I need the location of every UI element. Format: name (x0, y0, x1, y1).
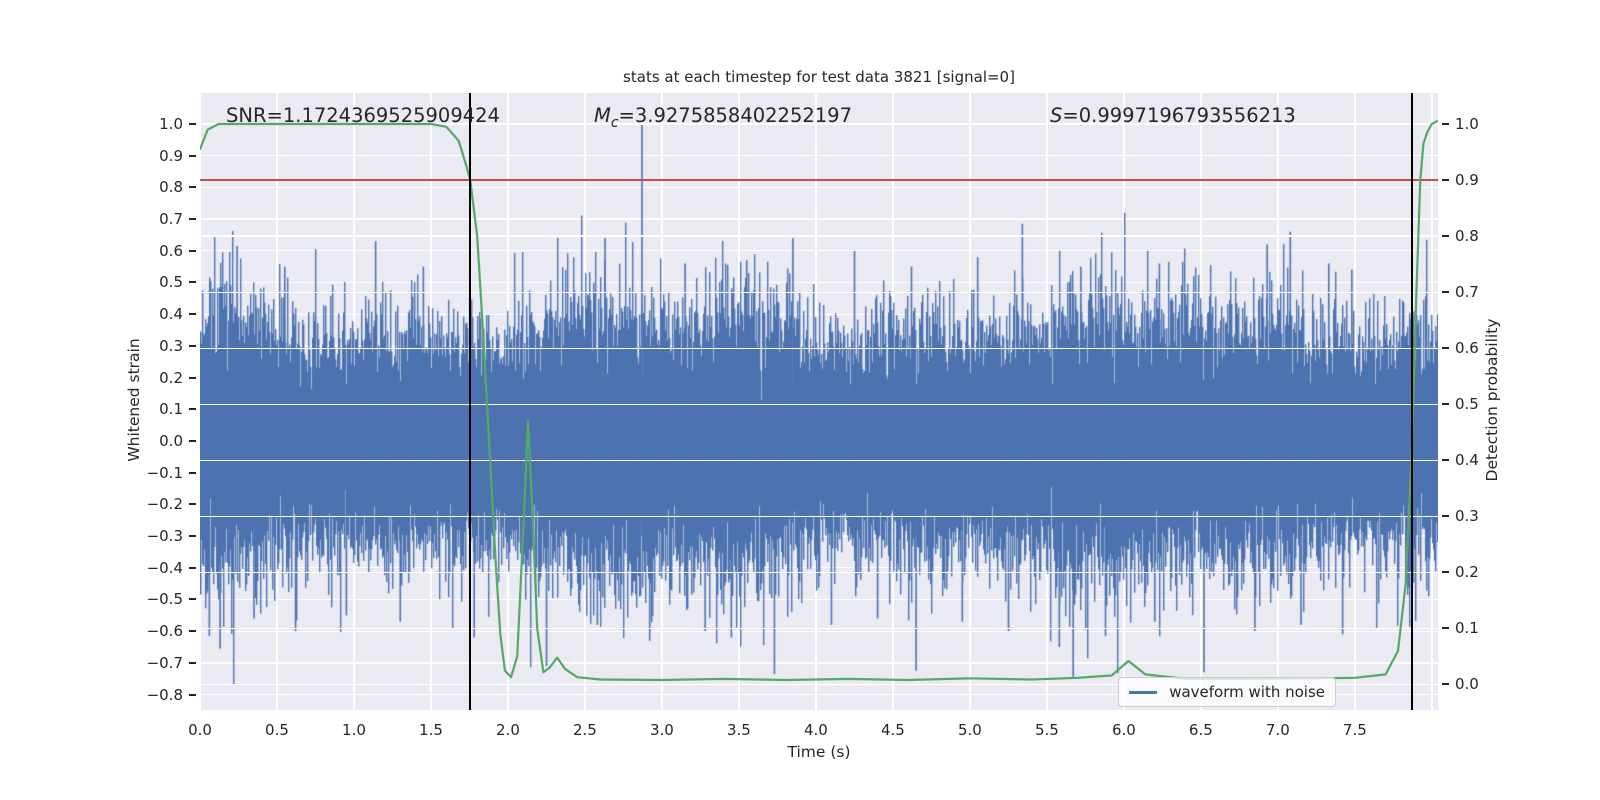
y-left-tick-mark (189, 439, 196, 442)
y-left-tick-mark (189, 661, 196, 664)
y-right-tick-mark (1442, 459, 1449, 462)
y-left-tick-label: −0.4 (146, 558, 183, 577)
y-right-tick-label: 0.4 (1455, 451, 1479, 470)
y-right-tick-label: 0.9 (1455, 171, 1479, 190)
event-marker-line-1 (469, 93, 472, 710)
y-axis-left-label: Whitened strain (125, 338, 143, 462)
x-tick-label: 6.0 (1111, 721, 1136, 739)
detection-probability-curve (200, 120, 1438, 682)
y-left-tick-label: −0.6 (146, 622, 183, 641)
y-left-tick-mark (189, 598, 196, 601)
legend-label: waveform with noise (1169, 683, 1325, 701)
x-tick-label: 7.5 (1342, 721, 1367, 739)
y-left-tick-mark (189, 471, 196, 474)
y-right-tick-label: 1.0 (1455, 114, 1479, 133)
x-tick-label: 3.0 (650, 721, 674, 739)
y-left-tick-mark (189, 313, 196, 316)
x-tick-label: 4.5 (880, 721, 905, 739)
y-right-tick-mark (1442, 179, 1449, 182)
y-axis-right-label: Detection probability (1483, 318, 1501, 482)
y-left-tick-label: −0.2 (146, 495, 183, 514)
y-right-tick-mark (1442, 403, 1449, 406)
y-left-tick-label: 0.9 (159, 146, 183, 165)
y-left-tick-label: 0.5 (159, 273, 183, 292)
y-left-tick-mark (189, 122, 196, 125)
y-left-tick-mark (189, 376, 196, 379)
y-right-tick-mark (1442, 571, 1449, 574)
x-tick-label: 5.0 (957, 721, 982, 739)
y-right-tick-label: 0.3 (1455, 507, 1479, 526)
event-marker-line-2 (1410, 93, 1413, 710)
y-left-tick-mark (189, 344, 196, 347)
annotation-mc-symbol: M (594, 104, 611, 127)
x-tick-label: 1.0 (342, 721, 366, 739)
y-right-tick-mark (1442, 122, 1449, 125)
y-left-tick-mark (189, 218, 196, 221)
y-left-tick-label: −0.8 (146, 685, 183, 704)
y-right-tick-mark (1442, 683, 1449, 686)
x-tick-label: 4.0 (803, 721, 828, 739)
annotation-s-symbol: S (1050, 104, 1063, 127)
legend: waveform with noise (1118, 677, 1336, 707)
legend-waveform-line-sample (1129, 690, 1158, 694)
y-right-tick-label: 0.8 (1455, 227, 1479, 246)
x-tick-label: 6.5 (1188, 721, 1213, 739)
x-tick-label: 3.5 (726, 721, 751, 739)
x-tick-label: 2.5 (573, 721, 597, 739)
y-left-tick-label: 0.8 (159, 178, 183, 197)
y-right-tick-label: 0.1 (1455, 619, 1479, 638)
y-right-tick-mark (1442, 515, 1449, 518)
y-left-tick-label: 0.7 (159, 210, 183, 229)
y-left-tick-label: 1.0 (159, 114, 183, 133)
y-left-tick-label: 0.1 (159, 400, 183, 419)
y-left-tick-mark (189, 630, 196, 633)
annotation-mc-subscript: c (610, 114, 619, 131)
y-left-tick-label: 0.6 (159, 241, 183, 260)
x-tick-label: 0.0 (188, 721, 212, 739)
y-left-tick-mark (189, 566, 196, 569)
y-left-tick-mark (189, 154, 196, 157)
y-right-tick-mark (1442, 235, 1449, 238)
y-left-tick-mark (189, 535, 196, 538)
y-left-tick-label: −0.3 (146, 527, 183, 546)
y-left-tick-mark (189, 408, 196, 411)
x-tick-label: 0.5 (265, 721, 289, 739)
y-left-tick-mark (189, 693, 196, 696)
y-left-tick-label: 0.3 (159, 336, 183, 355)
x-tick-label: 1.5 (419, 721, 443, 739)
y-right-tick-mark (1442, 627, 1449, 630)
y-right-tick-label: 0.7 (1455, 283, 1479, 302)
annotation-mc-value: =3.9275858402252197 (618, 104, 852, 127)
x-tick-label: 7.0 (1265, 721, 1290, 739)
y-right-tick-label: 0.6 (1455, 339, 1479, 358)
y-right-tick-mark (1442, 291, 1449, 294)
y-left-tick-label: 0.0 (159, 431, 183, 450)
x-tick-label: 2.0 (496, 721, 520, 739)
y-left-tick-label: −0.1 (146, 463, 183, 482)
y-left-tick-mark (189, 281, 196, 284)
y-left-tick-mark (189, 503, 196, 506)
y-right-tick-label: 0.5 (1455, 395, 1479, 414)
annotation-chirp-mass: Mc=3.9275858402252197 (594, 104, 852, 131)
plot-area: SNR=1.1724369525909424 Mc=3.927585840225… (199, 93, 1438, 710)
annotation-s-value: =0.9997196793556213 (1062, 104, 1296, 127)
y-left-tick-label: −0.7 (146, 653, 183, 672)
annotation-snr: SNR=1.1724369525909424 (226, 104, 500, 127)
chart-title: stats at each timestep for test data 382… (623, 68, 1015, 86)
x-axis-label: Time (s) (787, 743, 851, 761)
figure: stats at each timestep for test data 382… (0, 0, 1600, 800)
annotation-score: S=0.9997196793556213 (1050, 104, 1296, 127)
y-left-tick-label: 0.2 (159, 368, 183, 387)
y-left-tick-mark (189, 186, 196, 189)
x-tick-label: 5.5 (1034, 721, 1059, 739)
y-right-tick-mark (1442, 347, 1449, 350)
y-right-tick-label: 0.2 (1455, 563, 1479, 582)
y-right-tick-label: 0.0 (1455, 675, 1479, 694)
y-left-tick-mark (189, 249, 196, 252)
y-left-tick-label: −0.5 (146, 590, 183, 609)
y-left-tick-label: 0.4 (159, 305, 183, 324)
